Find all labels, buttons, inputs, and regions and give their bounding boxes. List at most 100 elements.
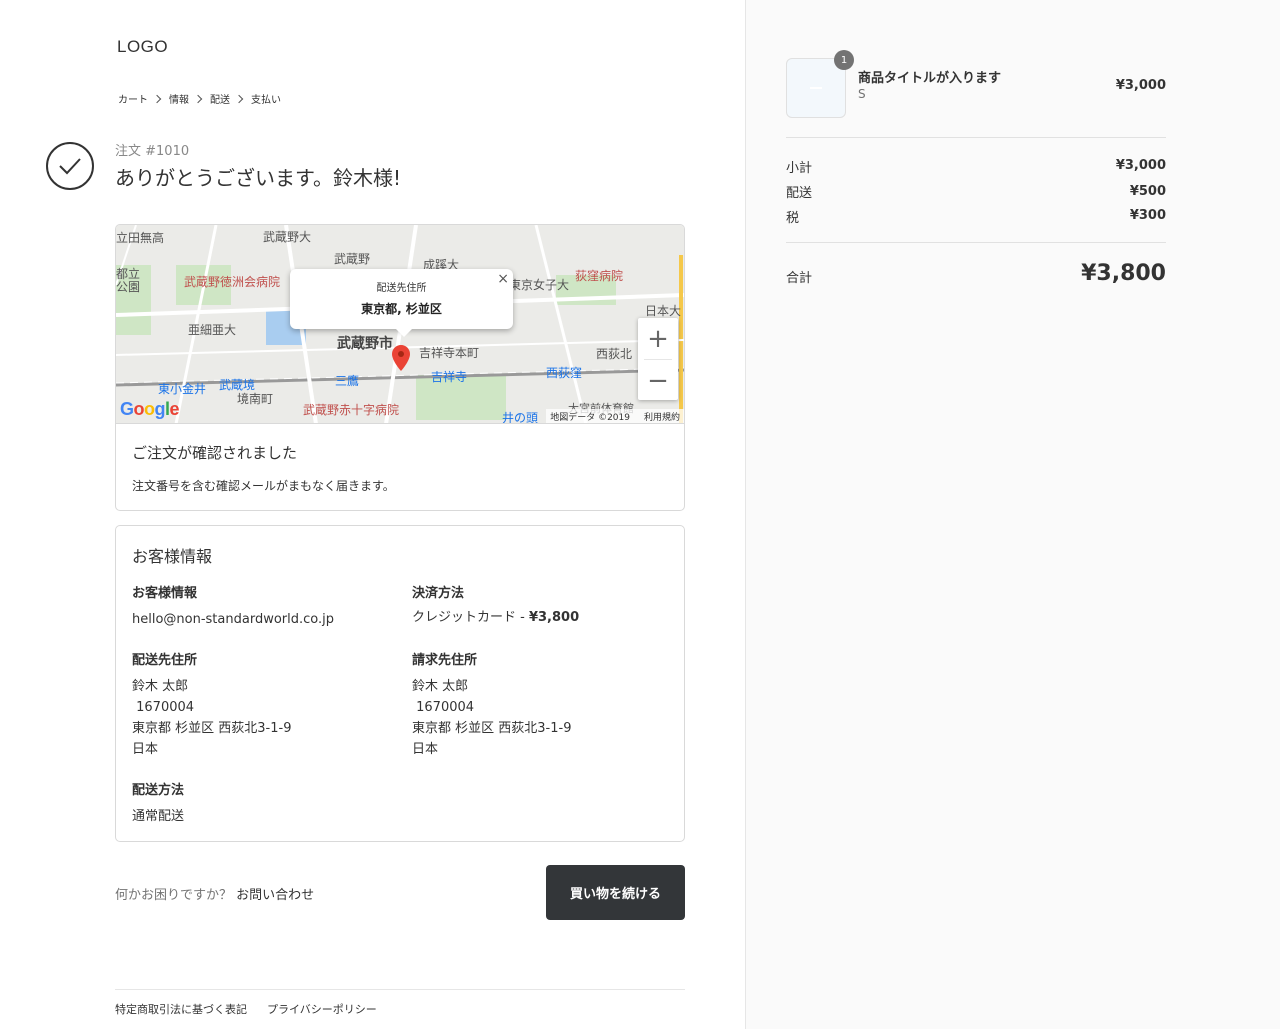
confirmation-text: 注文番号を含む確認メールがまもなく届きます。 [132, 479, 395, 493]
breadcrumb-item-payment: 支払い [251, 95, 281, 106]
map-label: 西荻窪 [546, 366, 583, 380]
address-line: 1670004 [132, 700, 195, 715]
summary-divider [786, 242, 1166, 243]
billing-address-label: 請求先住所 [412, 653, 478, 668]
help-text: 何かお困りですか？ お問い合わせ [115, 884, 314, 903]
chevron-right-icon [152, 94, 162, 103]
product-variant: S [858, 87, 866, 101]
map-label: 東小金井 [158, 382, 207, 396]
map-label: 武蔵野 [334, 252, 371, 266]
google-logo-letter: o [144, 399, 155, 419]
map-label: 武蔵野大 [263, 230, 312, 244]
address-line: 鈴木 太郎 [412, 679, 469, 694]
map-label: 日本大 [645, 304, 682, 318]
map-label: 武蔵野市 [337, 336, 393, 352]
product-price: ¥3,000 [1115, 78, 1166, 93]
map-label: 東京女子大 [509, 278, 570, 292]
payment-value: クレジットカード - ¥3,800 [412, 607, 579, 628]
map-label: 吉祥寺 [431, 370, 468, 384]
map-label: 立田無高 [116, 231, 165, 245]
zoom-in-button[interactable]: + [638, 318, 678, 359]
subtotal-value: ¥3,000 [1115, 158, 1166, 173]
tax-label: 税 [786, 211, 800, 226]
customer-info-title: お客様情報 [132, 547, 213, 566]
contact-label: お客様情報 [132, 586, 198, 601]
continue-shopping-button[interactable]: 買い物を続ける [546, 865, 685, 920]
google-logo-letter: g [154, 399, 166, 419]
map-label: 井の頭 [502, 411, 539, 424]
help-question: 何かお困りですか？ [115, 888, 233, 903]
map-label: 三鷹 [335, 374, 360, 388]
product-title: 商品タイトルが入ります [858, 71, 1002, 86]
breadcrumb-item-cart[interactable]: カート [118, 91, 148, 106]
quantity-badge: 1 [834, 50, 854, 70]
thank-you-heading: ありがとうございます。鈴木様! [115, 166, 402, 190]
delivery-map[interactable]: 立田無高 武蔵野大 武蔵野 成蹊大 武蔵野徳洲会病院 荻窪病院 東京女子大 日本… [116, 225, 684, 424]
address-line: 東京都 杉並区 西荻北3-1-9 [412, 721, 572, 736]
logo[interactable]: LOGO [117, 37, 168, 57]
map-label: 公園 [116, 280, 141, 294]
payment-amount: ¥3,800 [528, 610, 580, 625]
shipping-method: 通常配送 [132, 809, 185, 824]
shipping-cost-value: ¥500 [1129, 184, 1166, 199]
map-label: 荻窪病院 [575, 269, 624, 283]
map-data-credit: 地図データ ©2019 [550, 413, 630, 423]
confirmation-section: ご注文が確認されました 注文番号を含む確認メールがまもなく届きます。 [116, 424, 684, 510]
footer-link-legal[interactable]: 特定商取引法に基づく表記 [115, 1001, 247, 1017]
billing-address: 鈴木 太郎 1670004 東京都 杉並区 西荻北3-1-9 日本 [412, 676, 571, 760]
shipping-address: 鈴木 太郎 1670004 東京都 杉並区 西荻北3-1-9 日本 [132, 676, 291, 760]
address-line: 東京都 杉並区 西荻北3-1-9 [132, 721, 292, 736]
chevron-right-icon [234, 94, 244, 103]
summary-divider [786, 137, 1166, 138]
breadcrumb: カート 情報 配送 支払い [118, 91, 281, 106]
total-label: 合計 [786, 271, 813, 286]
google-logo[interactable]: Google [120, 399, 180, 420]
address-line: 日本 [132, 742, 159, 757]
popup-title: 配送先住所 [376, 283, 427, 294]
map-label: 西荻北 [596, 347, 633, 361]
map-terms-link[interactable]: 利用規約 [644, 410, 680, 423]
payment-method: クレジットカード - [412, 610, 529, 625]
google-logo-letter: G [120, 399, 134, 419]
map-zoom-controls: + − [638, 318, 678, 400]
breadcrumb-item-shipping[interactable]: 配送 [210, 91, 230, 106]
payment-label: 決済方法 [412, 586, 465, 601]
map-info-popup: × 配送先住所 東京都, 杉並区 [290, 269, 513, 337]
tax-value: ¥300 [1129, 208, 1166, 223]
shipping-cost-label: 配送 [786, 186, 813, 201]
popup-address: 東京都, 杉並区 [361, 302, 442, 316]
total-value: ¥3,800 [1081, 261, 1166, 286]
address-line: 鈴木 太郎 [132, 679, 189, 694]
map-label: 武蔵野赤十字病院 [303, 403, 400, 417]
map-label: 武蔵野徳洲会病院 [184, 275, 281, 289]
map-label: 亜細亜大 [188, 323, 237, 337]
image-placeholder-icon [810, 87, 822, 89]
customer-info-card: お客様情報 お客様情報 hello@non-standardworld.co.j… [115, 525, 685, 842]
google-logo-letter: o [133, 399, 145, 419]
order-number: 注文 #1010 [115, 144, 190, 159]
contact-link[interactable]: お問い合わせ [236, 888, 314, 903]
main-content: LOGO カート 情報 配送 支払い 注文 #1010 ありがとうございます。鈴… [0, 0, 745, 1029]
footer-links: 特定商取引法に基づく表記 プライバシーポリシー [115, 1001, 377, 1017]
shipping-address-label: 配送先住所 [132, 653, 198, 668]
map-label: 吉祥寺本町 [419, 346, 480, 360]
address-line: 1670004 [412, 700, 475, 715]
confirmation-title: ご注文が確認されました [132, 444, 298, 462]
map-attribution: 地図データ ©2019 利用規約 [546, 409, 684, 423]
google-logo-letter: e [169, 399, 180, 419]
footer-divider [115, 989, 685, 990]
close-icon[interactable]: × [497, 271, 509, 287]
shipping-method-label: 配送方法 [132, 783, 185, 798]
zoom-out-button[interactable]: − [638, 360, 678, 401]
map-label: 境南町 [237, 392, 274, 406]
contact-email: hello@non-standardworld.co.jp [132, 612, 334, 627]
order-summary-sidebar [745, 0, 1280, 1029]
address-line: 日本 [412, 742, 439, 757]
footer-link-privacy[interactable]: プライバシーポリシー [267, 1001, 377, 1017]
chevron-right-icon [193, 94, 203, 103]
breadcrumb-item-information[interactable]: 情報 [169, 91, 189, 106]
map-pin-icon[interactable] [392, 345, 410, 371]
checkmark-icon [46, 142, 94, 190]
order-status-card: 立田無高 武蔵野大 武蔵野 成蹊大 武蔵野徳洲会病院 荻窪病院 東京女子大 日本… [115, 224, 685, 511]
subtotal-label: 小計 [786, 161, 813, 176]
